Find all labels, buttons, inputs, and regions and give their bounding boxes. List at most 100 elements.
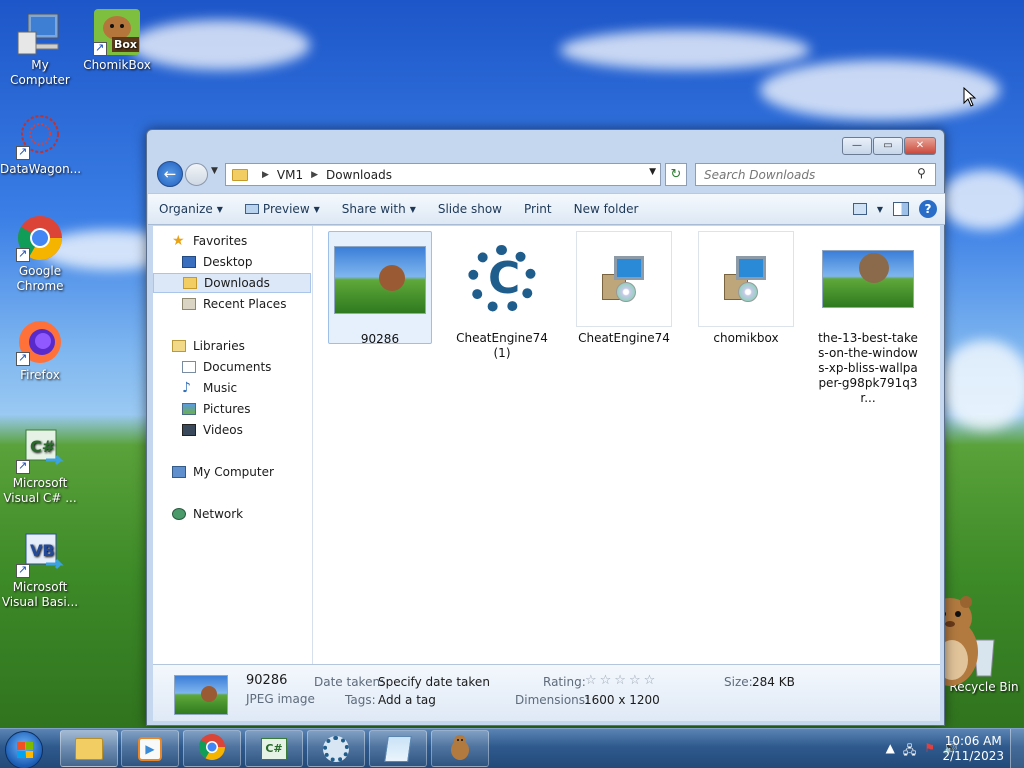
pictures-icon — [182, 403, 196, 415]
nav-desktop[interactable]: Desktop — [153, 252, 311, 272]
forward-button[interactable] — [185, 163, 208, 186]
print-button[interactable]: Print — [513, 202, 563, 216]
folder-icon — [232, 168, 248, 181]
nav-music[interactable]: ♪ Music — [153, 378, 311, 398]
desktop-icon-label: ChomikBox — [83, 58, 151, 72]
search-input[interactable] — [695, 163, 936, 186]
preview-pane-icon[interactable] — [893, 202, 909, 216]
search-icon[interactable]: ⚲ — [917, 166, 926, 180]
computer-icon — [16, 8, 64, 56]
image-thumbnail — [820, 231, 916, 327]
desktop-icon-firefox[interactable]: Firefox — [0, 318, 80, 383]
share-with-button[interactable]: Share with ▼ — [331, 202, 427, 216]
file-item-cheatengine74-1[interactable]: CheatEngine74 (1) — [450, 231, 554, 361]
visual-basic-icon: VB — [16, 530, 64, 578]
show-desktop-button[interactable] — [1010, 729, 1024, 768]
chomik-badge: Box — [111, 37, 139, 52]
nav-recent-places[interactable]: Recent Places — [153, 294, 311, 314]
detail-file-name: 90286 — [246, 673, 288, 688]
preview-button[interactable]: Preview ▼ — [234, 202, 331, 216]
back-button[interactable]: ← — [157, 161, 183, 187]
action-center-icon[interactable]: ⚑ — [924, 741, 935, 762]
nav-favorites[interactable]: ★ Favorites — [153, 231, 311, 251]
minimize-button[interactable]: — — [842, 137, 872, 155]
start-button[interactable] — [5, 731, 43, 768]
taskbar-media-player-button[interactable]: ▶ — [121, 730, 179, 767]
organize-button[interactable]: Organize ▼ — [148, 202, 234, 216]
desktop-icon-visual-csharp[interactable]: C# Microsoft Visual C# ... — [0, 426, 80, 506]
dimensions-value: 1600 x 1200 — [584, 693, 660, 707]
taskbar-cheat-engine-button[interactable] — [307, 730, 365, 767]
file-item-bliss-wallpaper[interactable]: the-13-best-takes-on-the-windows-xp-blis… — [816, 231, 920, 406]
change-view-icon[interactable] — [852, 203, 867, 215]
taskbar-chomikbox-button[interactable] — [431, 730, 489, 767]
network-icon — [172, 508, 186, 520]
network-tray-icon[interactable]: 🖧 — [903, 741, 916, 762]
show-hidden-icons-icon[interactable]: ▲ — [886, 741, 895, 762]
address-dropdown-icon[interactable]: ▼ — [649, 167, 656, 177]
desktop-icon-label: Microsoft Visual C# ... — [3, 476, 77, 505]
size-value: 284 KB — [752, 675, 795, 689]
visual-csharp-icon: C# — [261, 737, 287, 760]
explorer-window[interactable]: — ▭ ✕ ← ▼ ▶ VM1 ▶ Downloads ▼ ↻ ⚲ Organi… — [146, 129, 945, 726]
file-list[interactable]: 90286 CheatEngine74 (1) CheatEngine74 ch… — [313, 226, 940, 664]
details-pane: 90286 JPEG image Date taken: Specify dat… — [153, 664, 940, 721]
rating-stars[interactable]: ☆☆☆☆☆ — [585, 673, 658, 688]
nav-label: Music — [203, 381, 238, 395]
taskbar-notepad-button[interactable] — [369, 730, 427, 767]
shortcut-arrow-icon — [16, 144, 30, 160]
breadcrumb-separator-icon[interactable]: ▶ — [262, 170, 269, 180]
desktop-icon-google-chrome[interactable]: Google Chrome — [0, 214, 80, 294]
desktop-icon-my-computer[interactable]: My Computer — [0, 8, 80, 88]
cheat-engine-icon — [323, 735, 349, 762]
taskbar-explorer-button[interactable] — [60, 730, 118, 767]
star-icon: ★ — [172, 233, 185, 249]
new-folder-button[interactable]: New folder — [563, 202, 650, 216]
notepad-icon — [384, 735, 412, 762]
clock-date: 2/11/2023 — [942, 749, 1004, 763]
nav-network[interactable]: Network — [153, 504, 311, 524]
nav-my-computer[interactable]: My Computer — [153, 462, 311, 482]
chevron-down-icon: ▼ — [409, 204, 416, 214]
date-taken-label: Date taken: — [314, 675, 385, 689]
organize-label: Organize — [159, 202, 213, 216]
recent-places-icon — [182, 298, 196, 310]
nav-pictures[interactable]: Pictures — [153, 399, 311, 419]
desktop-icon-visual-basic[interactable]: VB Microsoft Visual Basi... — [0, 530, 80, 610]
downloads-folder-icon — [183, 277, 197, 289]
tags-field[interactable]: Add a tag — [378, 693, 436, 707]
taskbar-visual-csharp-button[interactable]: C# — [245, 730, 303, 767]
breadcrumb-separator-icon[interactable]: ▶ — [311, 170, 318, 180]
file-item-90286[interactable]: 90286 — [328, 231, 432, 346]
slide-show-button[interactable]: Slide show — [427, 202, 513, 216]
libraries-icon — [172, 340, 186, 352]
nav-documents[interactable]: Documents — [153, 357, 311, 377]
file-item-chomikbox[interactable]: chomikbox — [694, 231, 798, 346]
desktop-icon-label: Google Chrome — [16, 264, 64, 293]
nav-libraries[interactable]: Libraries — [153, 336, 311, 356]
close-button[interactable]: ✕ — [904, 137, 936, 155]
svg-text:C#: C# — [30, 437, 55, 456]
maximize-button[interactable]: ▭ — [873, 137, 903, 155]
shortcut-arrow-icon — [93, 40, 107, 56]
datawagon-icon — [16, 112, 64, 160]
recent-pages-dropdown[interactable]: ▼ — [211, 166, 218, 176]
nav-downloads[interactable]: Downloads — [153, 273, 311, 293]
chevron-down-icon[interactable]: ▼ — [877, 205, 883, 214]
rating-label: Rating: — [543, 675, 586, 689]
date-taken-field[interactable]: Specify date taken — [378, 675, 490, 689]
nav-videos[interactable]: Videos — [153, 420, 311, 440]
help-icon[interactable]: ? — [919, 200, 937, 218]
taskbar-chrome-button[interactable] — [183, 730, 241, 767]
portrait-thumb-icon — [379, 265, 405, 291]
desktop-icon-chomikbox[interactable]: Box ChomikBox — [77, 8, 157, 73]
breadcrumb-vm1[interactable]: VM1 — [277, 168, 303, 182]
breadcrumb-downloads[interactable]: Downloads — [326, 168, 392, 182]
preview-label: Preview — [262, 202, 310, 216]
clock[interactable]: 10:06 AM 2/11/2023 — [942, 734, 1004, 764]
desktop-icon-datawagon[interactable]: DataWagon... — [0, 112, 81, 177]
file-item-cheatengine74[interactable]: CheatEngine74 — [572, 231, 676, 346]
refresh-button[interactable]: ↻ — [665, 163, 687, 186]
videos-icon — [182, 424, 196, 436]
address-bar[interactable]: ▶ VM1 ▶ Downloads ▼ — [225, 163, 661, 186]
